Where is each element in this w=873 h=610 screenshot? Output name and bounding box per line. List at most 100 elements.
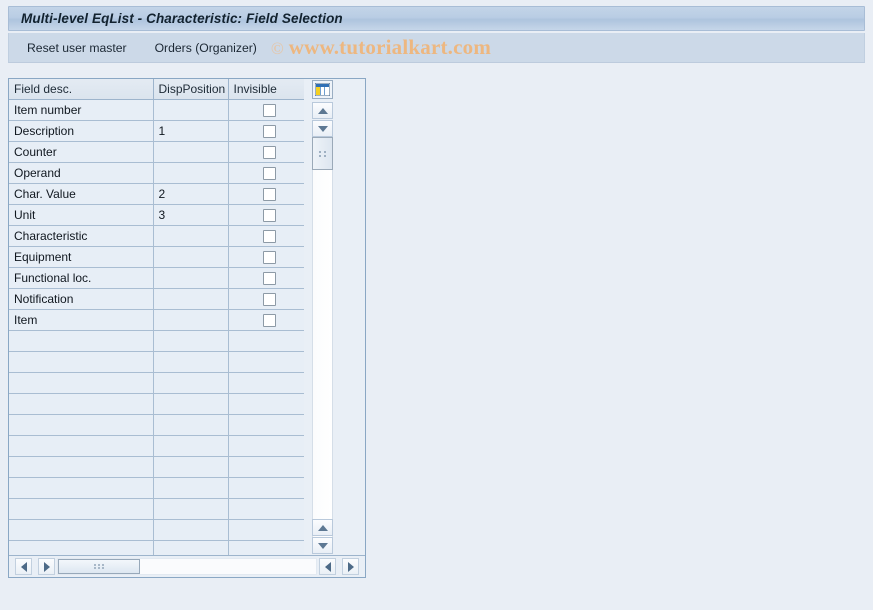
- column-header-field-desc[interactable]: Field desc.: [9, 79, 154, 100]
- cell-invisible: [228, 162, 304, 184]
- cell-invisible: [228, 246, 304, 268]
- grip-dots-icon: [318, 150, 327, 157]
- scroll-right-end-button[interactable]: [342, 558, 359, 575]
- table-row[interactable]: Item number: [9, 99, 304, 121]
- table-row-empty[interactable]: [9, 498, 304, 520]
- cell-disp-position[interactable]: [153, 267, 229, 289]
- table-row-empty[interactable]: [9, 372, 304, 394]
- table-row[interactable]: Functional loc.: [9, 267, 304, 289]
- scroll-down-button[interactable]: [312, 120, 333, 137]
- table-row-empty[interactable]: [9, 414, 304, 436]
- vertical-scroll-thumb[interactable]: [312, 137, 333, 170]
- table-row[interactable]: Item: [9, 309, 304, 331]
- invisible-checkbox[interactable]: [262, 250, 276, 264]
- column-header-disp-position[interactable]: DispPosition: [153, 79, 229, 100]
- cell-disp-position[interactable]: [153, 225, 229, 247]
- scroll-up-icon: [317, 107, 328, 114]
- table-row[interactable]: Operand: [9, 162, 304, 184]
- table-row[interactable]: Description 1: [9, 120, 304, 142]
- cell-disp-position[interactable]: 2: [153, 183, 229, 205]
- cell-empty: [228, 351, 304, 373]
- scroll-left-icon: [324, 561, 331, 572]
- cell-empty: [9, 393, 154, 415]
- table-row-empty[interactable]: [9, 351, 304, 373]
- table-row-empty[interactable]: [9, 477, 304, 499]
- field-selection-table-frame: Field desc. DispPosition Invisible Item …: [8, 78, 366, 578]
- column-header-invisible[interactable]: Invisible: [228, 79, 304, 100]
- cell-empty: [228, 330, 304, 352]
- page-down-button[interactable]: [312, 537, 333, 554]
- cell-disp-position[interactable]: 3: [153, 204, 229, 226]
- table-row-empty[interactable]: [9, 435, 304, 457]
- site-watermark: © www.tutorialkart.com: [271, 35, 491, 60]
- table-row[interactable]: Unit 3: [9, 204, 304, 226]
- table-row-empty[interactable]: [9, 456, 304, 478]
- scroll-right-icon: [347, 561, 354, 572]
- cell-empty: [153, 519, 229, 541]
- cell-empty: [153, 435, 229, 457]
- table-row[interactable]: Char. Value 2: [9, 183, 304, 205]
- cell-empty: [9, 477, 154, 499]
- table-row[interactable]: Counter: [9, 141, 304, 163]
- cell-disp-position[interactable]: [153, 99, 229, 121]
- cell-empty: [9, 351, 154, 373]
- reset-user-master-button[interactable]: Reset user master: [17, 37, 137, 59]
- grip-dots-icon: [93, 564, 105, 569]
- page-up-button[interactable]: [312, 519, 333, 536]
- cell-empty: [153, 456, 229, 478]
- horizontal-scroll-thumb[interactable]: [58, 559, 140, 574]
- cell-field-desc: Item number: [9, 99, 154, 121]
- cell-disp-position[interactable]: 1: [153, 120, 229, 142]
- invisible-checkbox[interactable]: [262, 208, 276, 222]
- scroll-down-icon: [317, 125, 328, 132]
- cell-empty: [228, 456, 304, 478]
- cell-disp-position[interactable]: [153, 288, 229, 310]
- invisible-checkbox[interactable]: [262, 124, 276, 138]
- invisible-checkbox[interactable]: [262, 313, 276, 327]
- invisible-checkbox[interactable]: [262, 292, 276, 306]
- cell-disp-position[interactable]: [153, 246, 229, 268]
- scroll-right-button[interactable]: [38, 558, 55, 575]
- toolbar: Reset user master Orders (Organizer) © ww…: [8, 33, 865, 63]
- cell-disp-position[interactable]: [153, 309, 229, 331]
- invisible-checkbox[interactable]: [262, 166, 276, 180]
- table-row-empty[interactable]: [9, 540, 304, 556]
- cell-empty: [153, 330, 229, 352]
- cell-invisible: [228, 120, 304, 142]
- invisible-checkbox[interactable]: [262, 103, 276, 117]
- scroll-up-button[interactable]: [312, 102, 333, 119]
- cell-invisible: [228, 183, 304, 205]
- scroll-right-icon: [43, 561, 50, 572]
- field-table: Field desc. DispPosition Invisible Item …: [9, 79, 304, 556]
- orders-organizer-button[interactable]: Orders (Organizer): [145, 37, 267, 59]
- scroll-left-icon: [20, 561, 27, 572]
- cell-empty: [9, 540, 154, 556]
- table-row[interactable]: Characteristic: [9, 225, 304, 247]
- invisible-checkbox[interactable]: [262, 229, 276, 243]
- cell-empty: [153, 393, 229, 415]
- cell-empty: [228, 393, 304, 415]
- scroll-left-end-button[interactable]: [319, 558, 336, 575]
- table-row-empty[interactable]: [9, 519, 304, 541]
- horizontal-scroll-track[interactable]: [57, 558, 317, 575]
- scroll-left-button[interactable]: [15, 558, 32, 575]
- table-row[interactable]: Notification: [9, 288, 304, 310]
- invisible-checkbox[interactable]: [262, 187, 276, 201]
- table-row[interactable]: Equipment: [9, 246, 304, 268]
- invisible-checkbox[interactable]: [262, 145, 276, 159]
- cell-field-desc: Counter: [9, 141, 154, 163]
- cell-empty: [9, 330, 154, 352]
- page-up-icon: [317, 524, 328, 531]
- invisible-checkbox[interactable]: [262, 271, 276, 285]
- cell-disp-position[interactable]: [153, 141, 229, 163]
- table-header-row: Field desc. DispPosition Invisible: [9, 79, 304, 100]
- table-row-empty[interactable]: [9, 393, 304, 415]
- cell-empty: [153, 540, 229, 556]
- cell-empty: [228, 435, 304, 457]
- cell-disp-position[interactable]: [153, 162, 229, 184]
- table-settings-button[interactable]: [312, 80, 333, 99]
- cell-empty: [228, 414, 304, 436]
- vertical-scroll-track[interactable]: [312, 137, 333, 537]
- cell-field-desc: Characteristic: [9, 225, 154, 247]
- table-row-empty[interactable]: [9, 330, 304, 352]
